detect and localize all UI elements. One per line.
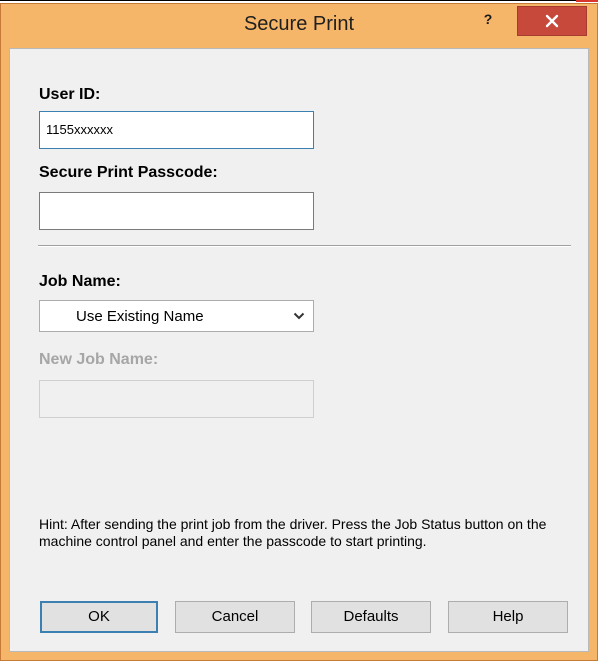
- job-name-dropdown[interactable]: Use Existing Name: [39, 300, 314, 332]
- chevron-down-icon: [293, 312, 305, 320]
- help-button[interactable]: Help: [448, 601, 568, 633]
- defaults-button[interactable]: Defaults: [311, 601, 431, 633]
- close-icon: [545, 14, 559, 28]
- dialog-body: User ID: 1155xxxxxx Secure Print Passcod…: [9, 48, 589, 652]
- new-job-name-label: New Job Name:: [39, 351, 159, 368]
- top-edge-line: [0, 0, 598, 1]
- user-id-label: User ID:: [39, 86, 101, 103]
- title-help-button[interactable]: ?: [473, 7, 503, 33]
- dialog-title: Secure Print: [243, 13, 355, 35]
- ok-button[interactable]: OK: [40, 601, 158, 633]
- cancel-button[interactable]: Cancel: [175, 601, 295, 633]
- new-job-name-field: [39, 380, 314, 418]
- hint-text: Hint: After sending the print job from t…: [39, 516, 547, 549]
- job-name-label: Job Name:: [39, 273, 121, 290]
- top-edge-accent: [576, 0, 598, 2]
- title-bar[interactable]: Secure Print ?: [1, 4, 597, 44]
- secure-print-dialog: Secure Print ? User ID: 1155xxxxxx Secur…: [0, 3, 598, 661]
- job-name-selected: Use Existing Name: [76, 308, 204, 325]
- user-id-field[interactable]: 1155xxxxxx: [39, 111, 314, 149]
- passcode-label: Secure Print Passcode:: [39, 164, 218, 181]
- close-button[interactable]: [517, 6, 587, 36]
- divider: [38, 245, 571, 247]
- passcode-field[interactable]: [39, 192, 314, 230]
